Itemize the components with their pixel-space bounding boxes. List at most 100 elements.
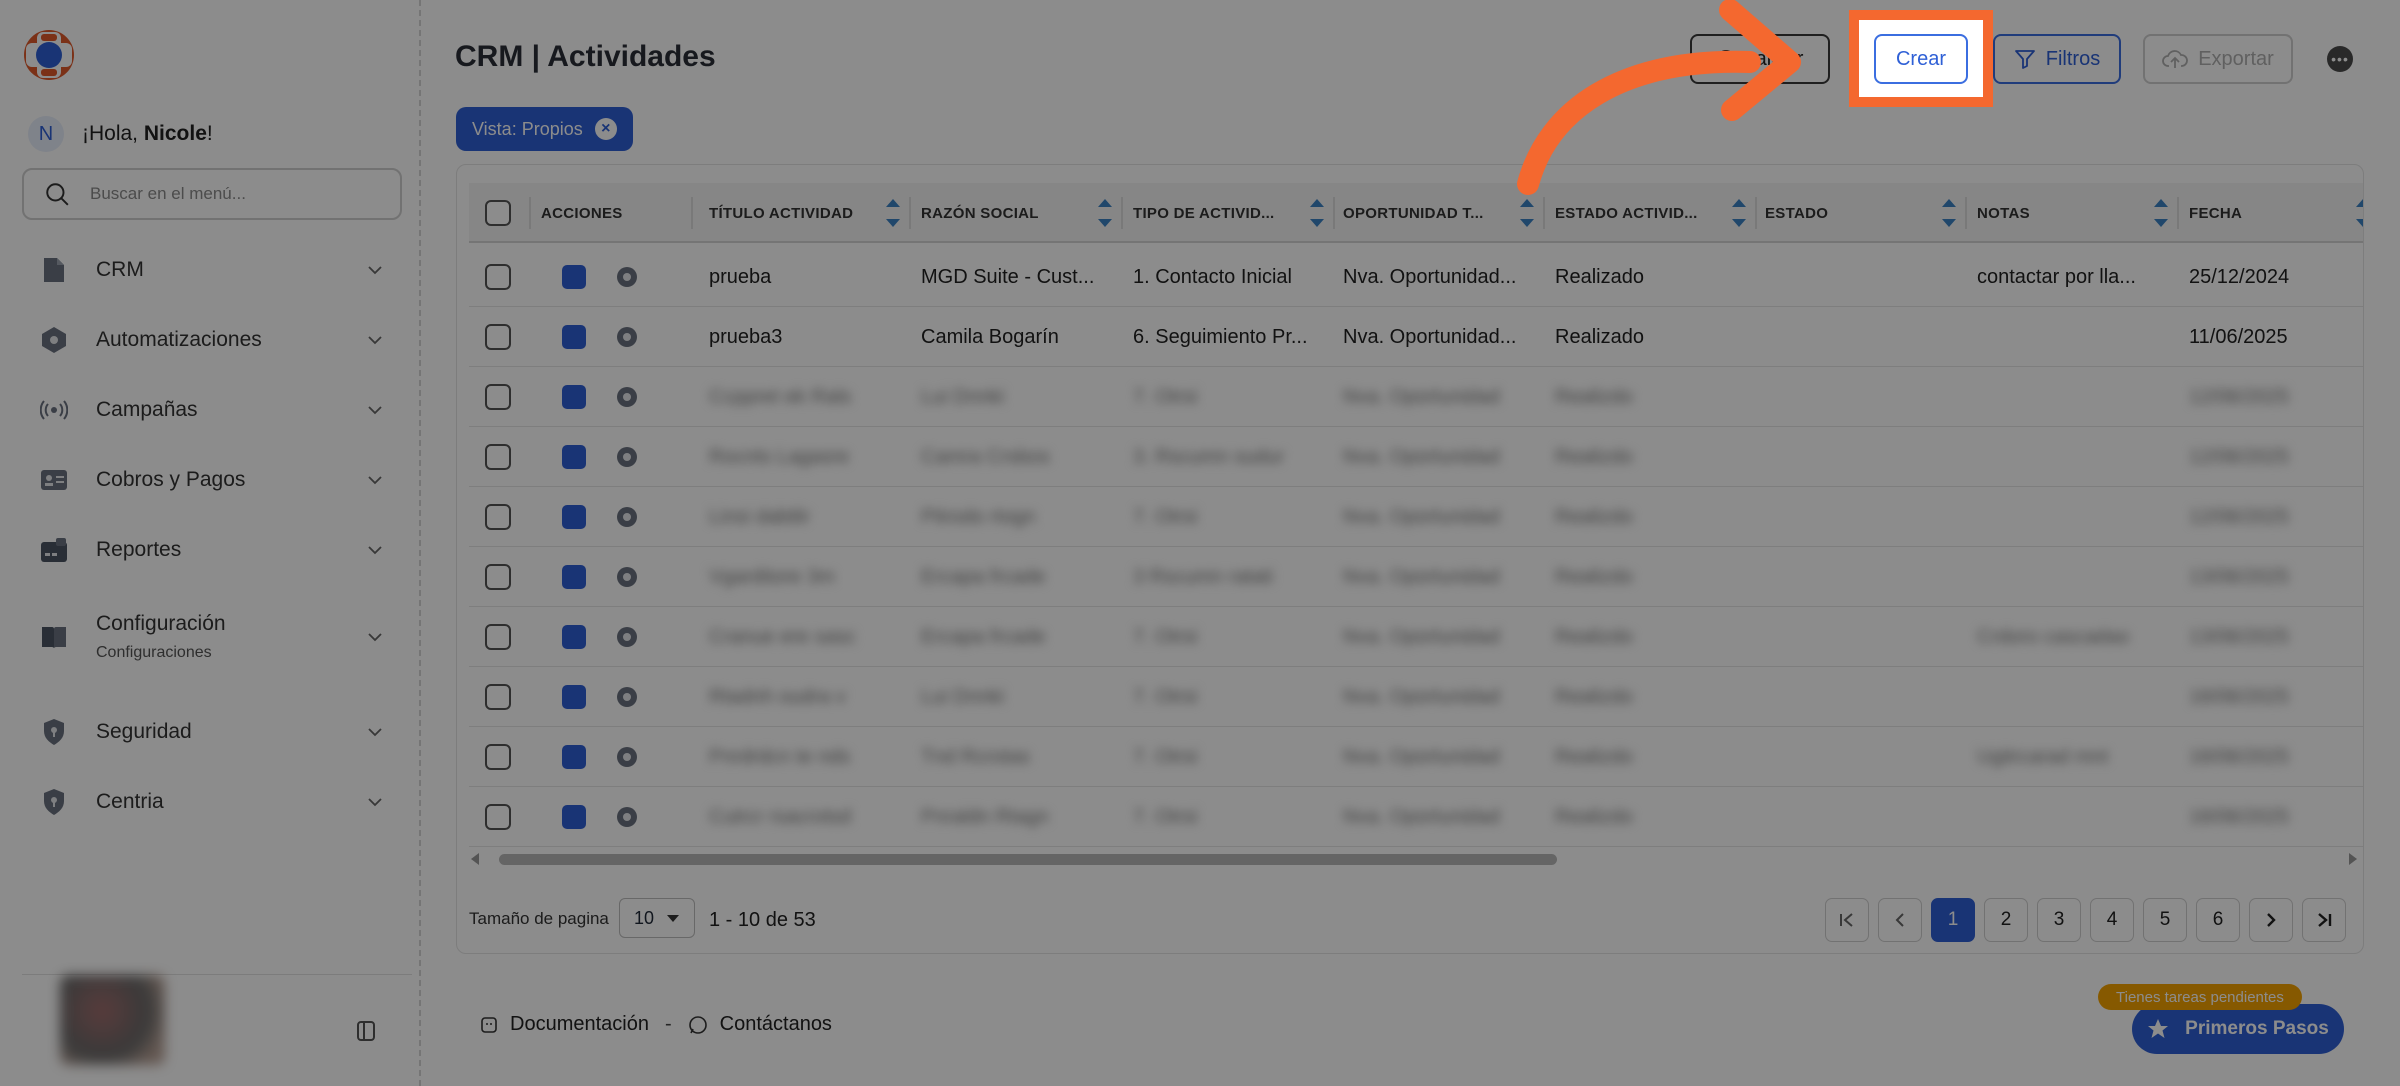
edit-icon[interactable] xyxy=(562,625,586,649)
sort-icon[interactable] xyxy=(2355,197,2364,229)
primeros-pasos-button[interactable]: Primeros Pasos xyxy=(2132,1004,2344,1054)
page-button-3[interactable]: 3 xyxy=(2037,898,2081,942)
table-row[interactable]: Rtadnh oudra v Lui Dnnki 7. Otrsi Nva. O… xyxy=(469,667,2363,727)
eye-icon[interactable] xyxy=(615,506,639,528)
brand-logo-icon[interactable] xyxy=(22,28,76,82)
page-button-4[interactable]: 4 xyxy=(2090,898,2134,942)
sidebar-item-configuracion[interactable]: Configuración Configuraciones xyxy=(40,612,390,662)
table-row[interactable]: Ccppret ek Rals Lui Dnnki 7. Otrsi Nva. … xyxy=(469,367,2363,427)
eye-icon[interactable] xyxy=(615,446,639,468)
eye-icon[interactable] xyxy=(615,326,639,348)
page-size-select[interactable]: 10 xyxy=(619,898,695,938)
sort-icon[interactable] xyxy=(885,197,901,229)
sidebar-item-reportes[interactable]: Reportes xyxy=(40,536,390,564)
row-checkbox[interactable] xyxy=(485,264,511,290)
cloud-upload-icon xyxy=(2162,50,2189,68)
next-page-button[interactable] xyxy=(2249,898,2293,942)
star-icon xyxy=(2148,1019,2169,1038)
page-button-6[interactable]: 6 xyxy=(2196,898,2240,942)
scroll-left-icon[interactable] xyxy=(469,851,481,867)
table-row[interactable]: Vgarditore 3m Ercapa frcade 3 Rscumn rat… xyxy=(469,547,2363,607)
edit-icon[interactable] xyxy=(562,325,586,349)
exportar-button[interactable]: Exportar xyxy=(2143,34,2293,84)
row-checkbox[interactable] xyxy=(485,564,511,590)
column-header-razon[interactable]: Razón social xyxy=(921,183,1121,243)
column-header-tipo[interactable]: Tipo de activid... xyxy=(1133,183,1333,243)
edit-icon[interactable] xyxy=(562,745,586,769)
first-page-button[interactable] xyxy=(1825,898,1869,942)
menu-search-box[interactable] xyxy=(22,168,402,220)
sidebar-item-campanas[interactable]: Campañas xyxy=(40,396,390,424)
sidebar-item-crm[interactable]: CRM xyxy=(40,256,390,284)
table-row[interactable]: Linsi dabtlir Ptirodo rtogn 7. Otrsi Nva… xyxy=(469,487,2363,547)
page-button-5[interactable]: 5 xyxy=(2143,898,2187,942)
row-checkbox[interactable] xyxy=(485,624,511,650)
edit-icon[interactable] xyxy=(562,565,586,589)
edit-icon[interactable] xyxy=(562,685,586,709)
table-row[interactable]: Pnrdrdcn te nds Tnd Rcrotas 7. Otrsi Nva… xyxy=(469,727,2363,787)
sort-icon[interactable] xyxy=(1731,197,1747,229)
prev-page-button[interactable] xyxy=(1878,898,1922,942)
crear-button-highlighted[interactable]: Crear xyxy=(1874,34,1968,84)
sort-icon[interactable] xyxy=(1519,197,1535,229)
view-filter-chip[interactable]: Vista: Propios × xyxy=(456,107,633,151)
close-icon[interactable]: × xyxy=(594,118,617,140)
last-page-button[interactable] xyxy=(2302,898,2346,942)
column-header-titulo[interactable]: Título actividad xyxy=(709,183,909,243)
user-initial-avatar[interactable]: N xyxy=(28,116,64,152)
sidebar-collapse-icon[interactable] xyxy=(356,1020,376,1042)
contact-link[interactable]: Contáctanos xyxy=(720,1013,832,1036)
sort-icon[interactable] xyxy=(1309,197,1325,229)
eye-icon[interactable] xyxy=(615,746,639,768)
sort-icon[interactable] xyxy=(1941,197,1957,229)
documentation-link[interactable]: Documentación xyxy=(510,1013,649,1036)
scroll-right-icon[interactable] xyxy=(2347,851,2359,867)
sidebar-item-centria[interactable]: Centria xyxy=(40,788,390,816)
edit-icon[interactable] xyxy=(562,265,586,289)
more-options-icon[interactable]: ••• xyxy=(2327,46,2353,72)
primeros-pasos-label: Primeros Pasos xyxy=(2185,1018,2329,1039)
eye-icon[interactable] xyxy=(615,686,639,708)
table-row[interactable]: prueba MGD Suite - Cust... 1. Contacto I… xyxy=(469,247,2363,307)
cell-oportunidad: Nva. Oportunidad xyxy=(1343,805,1500,828)
table-row[interactable]: Cutrcr rsacrotsd Pnraldn Rtagn 7. Otrsi … xyxy=(469,787,2363,847)
row-checkbox[interactable] xyxy=(485,804,511,830)
sort-icon[interactable] xyxy=(1097,197,1113,229)
edit-icon[interactable] xyxy=(562,805,586,829)
column-header-fecha[interactable]: Fecha xyxy=(2189,183,2364,243)
row-checkbox[interactable] xyxy=(485,444,511,470)
row-checkbox[interactable] xyxy=(485,384,511,410)
select-all-checkbox[interactable] xyxy=(485,200,511,226)
cell-razon: Camila Bogarín xyxy=(921,325,1059,348)
row-checkbox[interactable] xyxy=(485,504,511,530)
edit-icon[interactable] xyxy=(562,385,586,409)
filtros-button[interactable]: Filtros xyxy=(1993,34,2121,84)
horizontal-scrollbar[interactable] xyxy=(469,851,2359,867)
column-header-notas[interactable]: Notas xyxy=(1977,183,2177,243)
sidebar-item-cobros-pagos[interactable]: Cobros y Pagos xyxy=(40,466,390,494)
sort-icon[interactable] xyxy=(2153,197,2169,229)
page-button-1[interactable]: 1 xyxy=(1931,898,1975,942)
cell-titulo: Pnrdrdcn te nds xyxy=(709,745,851,768)
edit-icon[interactable] xyxy=(562,505,586,529)
eye-icon[interactable] xyxy=(615,386,639,408)
menu-search-input[interactable] xyxy=(90,184,390,204)
eye-icon[interactable] xyxy=(615,266,639,288)
row-checkbox[interactable] xyxy=(485,744,511,770)
cell-estado-actividad: Realizdo xyxy=(1555,565,1633,588)
row-checkbox[interactable] xyxy=(485,684,511,710)
sidebar-item-automatizaciones[interactable]: Automatizaciones xyxy=(40,326,390,354)
eye-icon[interactable] xyxy=(615,626,639,648)
scrollbar-thumb[interactable] xyxy=(499,854,1557,865)
edit-icon[interactable] xyxy=(562,445,586,469)
table-row[interactable]: prueba3 Camila Bogarín 6. Seguimiento Pr… xyxy=(469,307,2363,367)
table-row[interactable]: Cranue ere sasc Ercapa frcade 7. Otrsi N… xyxy=(469,607,2363,667)
row-checkbox[interactable] xyxy=(485,324,511,350)
column-header-label: Estado activid... xyxy=(1555,204,1698,222)
user-profile-avatar[interactable] xyxy=(60,975,165,1065)
eye-icon[interactable] xyxy=(615,806,639,828)
eye-icon[interactable] xyxy=(615,566,639,588)
page-button-2[interactable]: 2 xyxy=(1984,898,2028,942)
sidebar-item-seguridad[interactable]: Seguridad xyxy=(40,718,390,746)
table-row[interactable]: Rocnts Lagasre Camra Crsbos 3. Rscumn su… xyxy=(469,427,2363,487)
